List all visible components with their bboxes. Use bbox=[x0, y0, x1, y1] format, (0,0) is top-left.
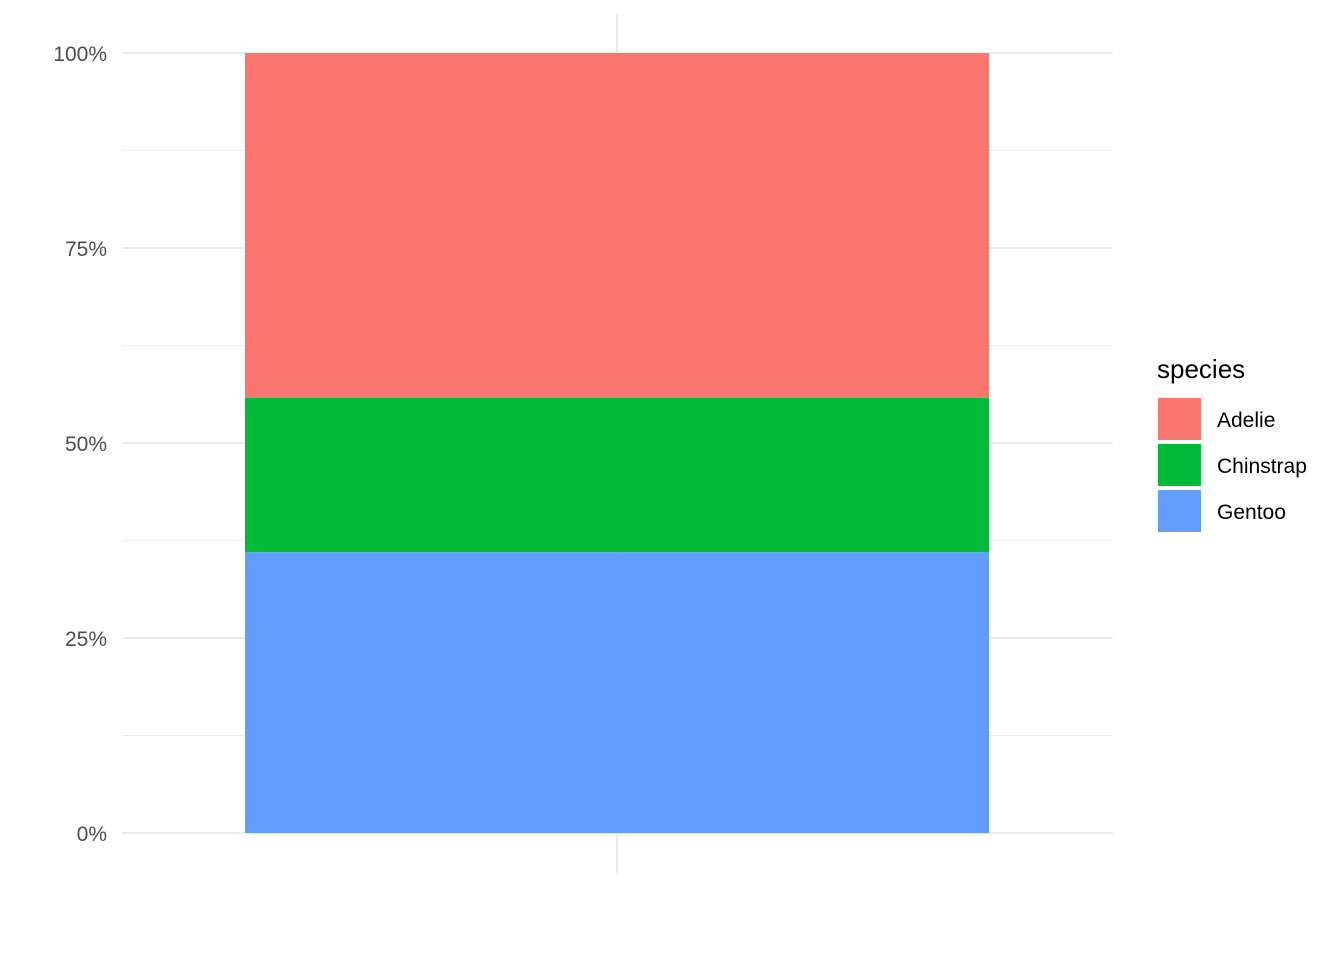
y-tick-label: 100% bbox=[53, 43, 107, 66]
legend-label-gentoo: Gentoo bbox=[1217, 501, 1286, 524]
legend-title: species bbox=[1157, 354, 1245, 384]
bar-segments bbox=[245, 53, 989, 833]
y-tick-label: 50% bbox=[65, 433, 107, 456]
legend-label-chinstrap: Chinstrap bbox=[1217, 455, 1307, 478]
y-tick-label: 0% bbox=[77, 823, 107, 846]
legend-key-adelie bbox=[1158, 398, 1201, 440]
y-tick-label: 25% bbox=[65, 628, 107, 651]
y-tick-label: 75% bbox=[65, 238, 107, 261]
legend-key-gentoo bbox=[1158, 490, 1201, 532]
legend: species Adelie Chinstrap Gentoo bbox=[1157, 354, 1307, 532]
legend-label-adelie: Adelie bbox=[1217, 409, 1275, 432]
bar-segment-chinstrap bbox=[245, 397, 989, 553]
bar-segment-adelie bbox=[245, 53, 989, 398]
legend-key-chinstrap bbox=[1158, 444, 1201, 486]
bar-segment-gentoo bbox=[245, 552, 989, 833]
stacked-bar-chart: 0% 25% 50% 75% 100% species Adelie Chinstrap G… bbox=[53, 14, 1307, 873]
y-axis-tick-labels: 0% 25% 50% 75% 100% bbox=[53, 43, 107, 846]
